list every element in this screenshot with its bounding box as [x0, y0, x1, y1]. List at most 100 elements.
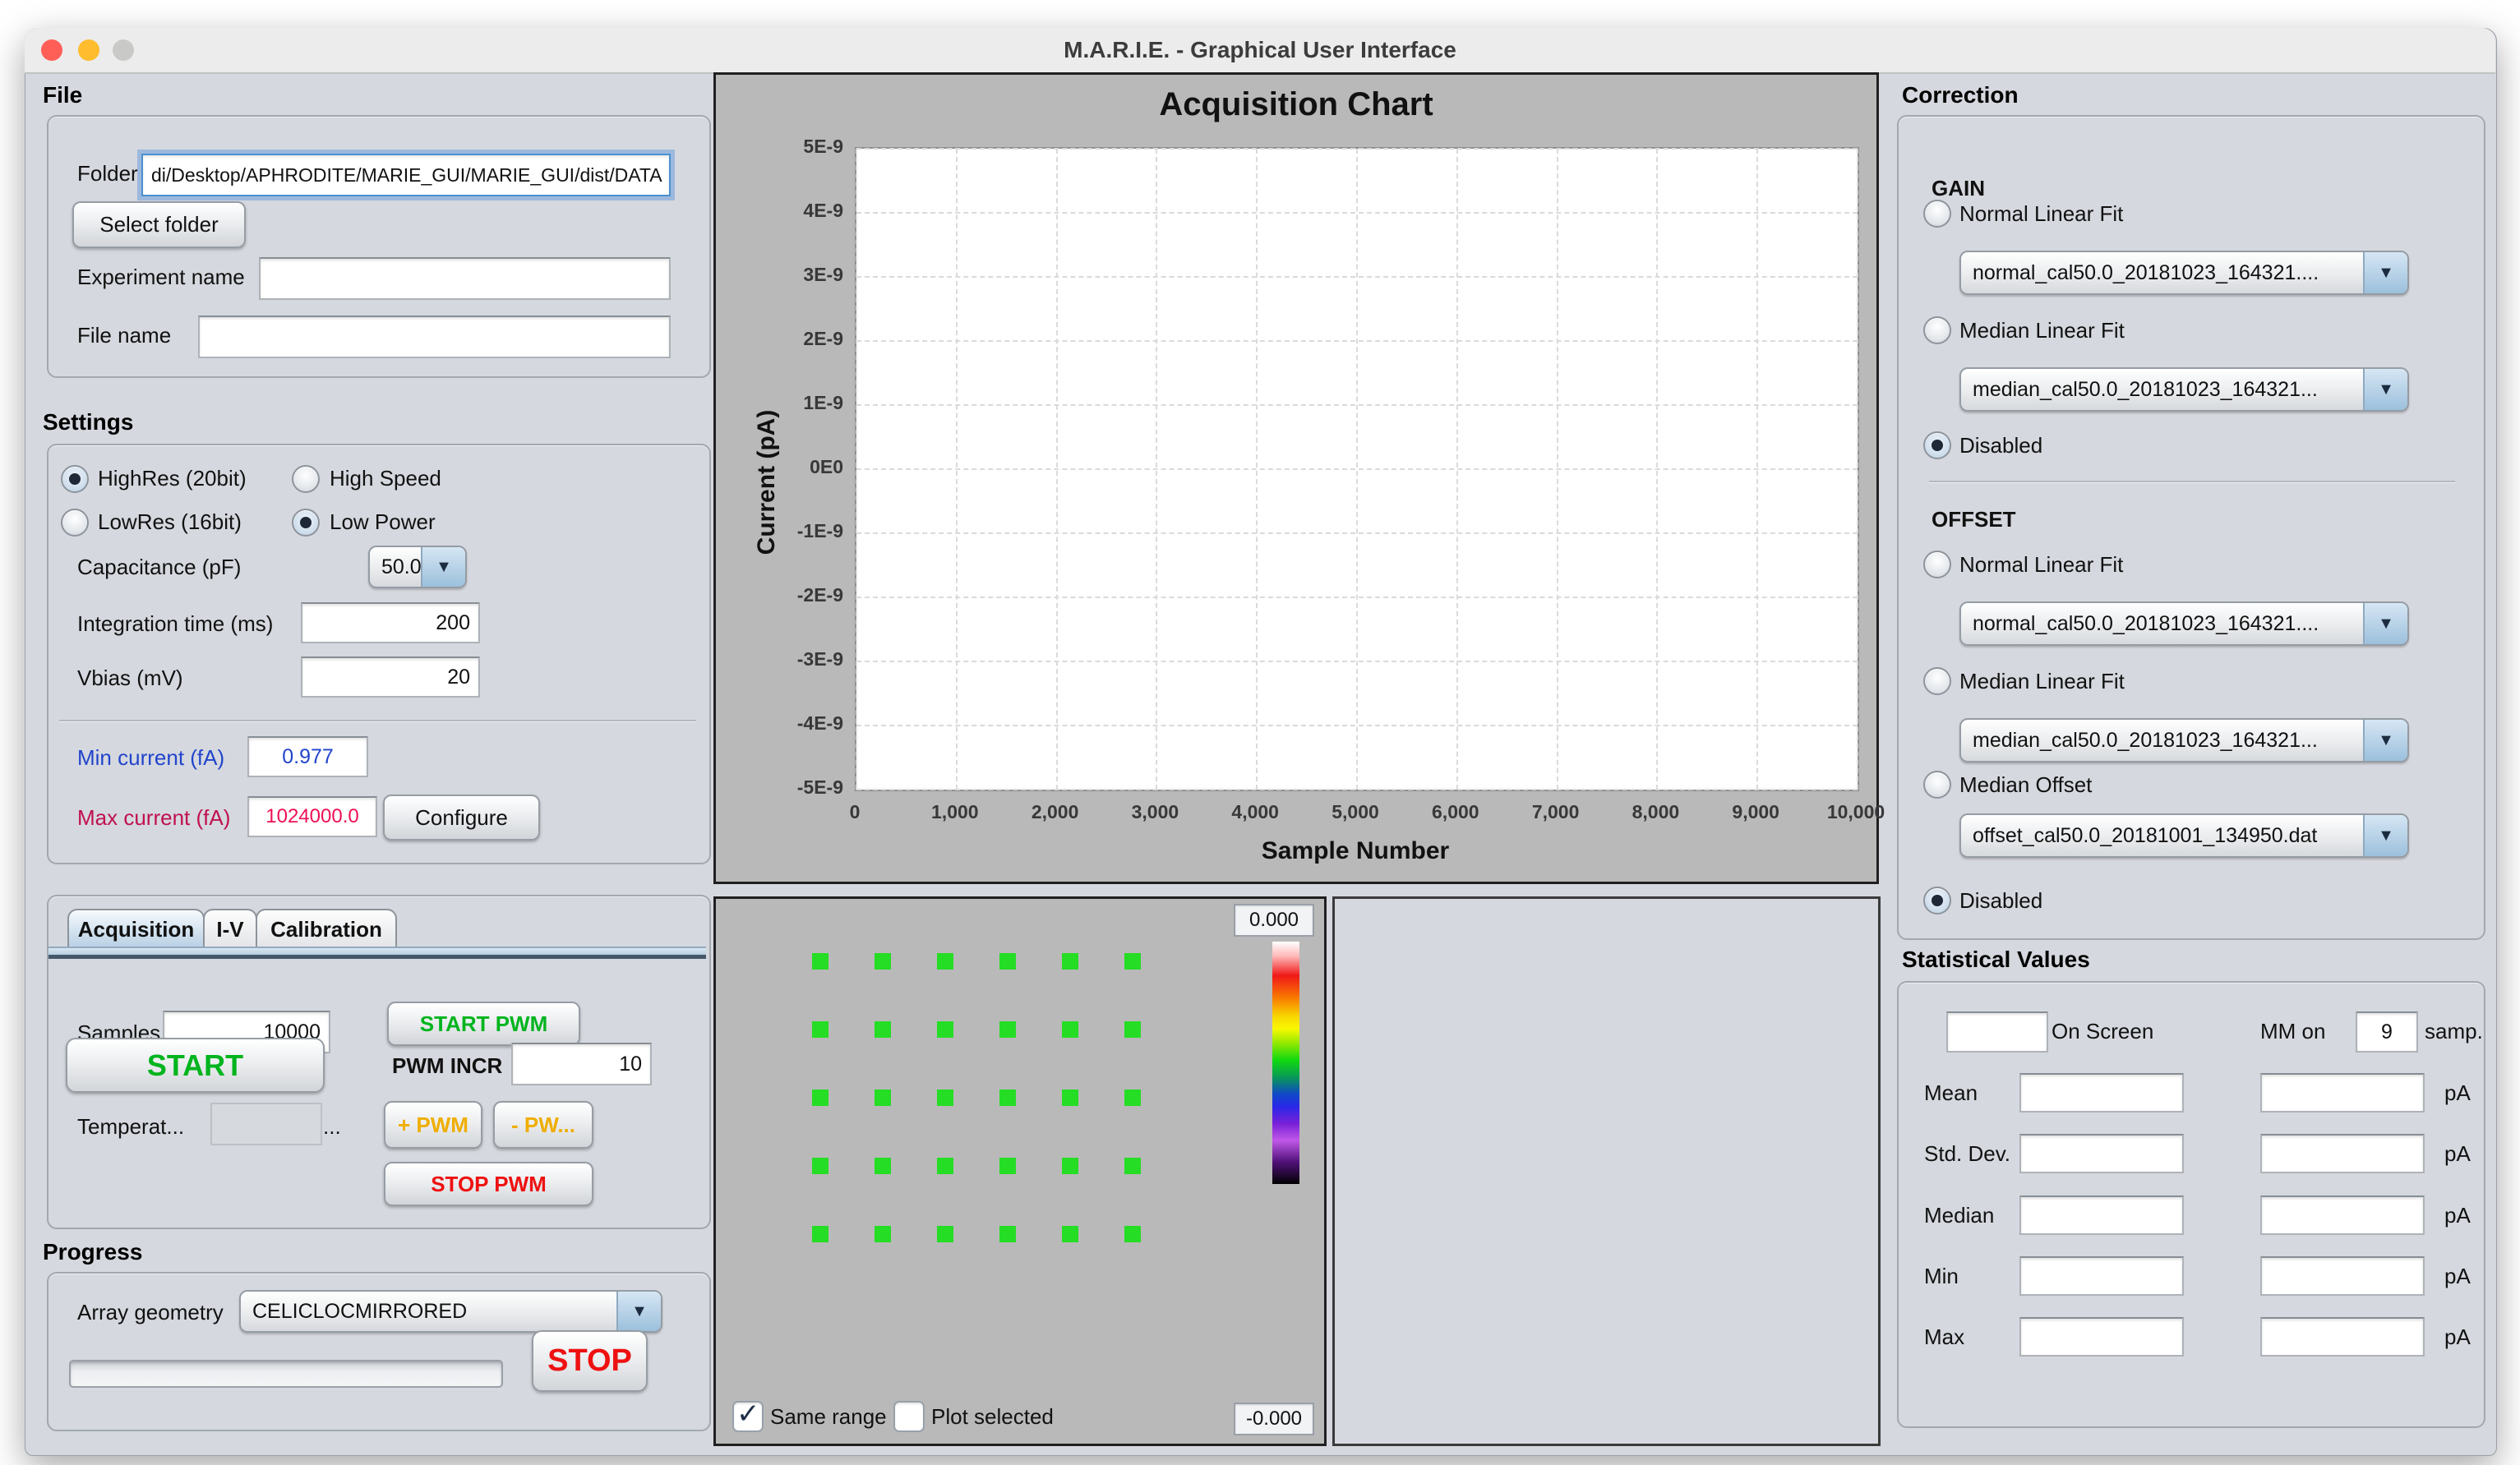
heatmap-cell[interactable]: [812, 953, 828, 970]
start-pwm-button[interactable]: START PWM: [387, 1002, 580, 1046]
offset-median-file-dropdown[interactable]: median_cal50.0_20181023_164321... ▼: [1959, 718, 2409, 762]
heatmap-cell[interactable]: [812, 1021, 828, 1038]
offset-median-fit-radio[interactable]: [1923, 667, 1951, 695]
heatmap-cell[interactable]: [937, 1226, 953, 1242]
stat-onscreen-field[interactable]: [2019, 1256, 2184, 1296]
offset-normal-file-dropdown[interactable]: normal_cal50.0_20181023_164321.... ▼: [1959, 601, 2409, 646]
stat-onscreen-field[interactable]: [2019, 1195, 2184, 1235]
stat-mm-field[interactable]: [2260, 1256, 2425, 1296]
heatmap-cell[interactable]: [812, 1158, 828, 1174]
stop-pwm-button[interactable]: STOP PWM: [384, 1162, 593, 1206]
experiment-name-input[interactable]: [259, 257, 671, 300]
min-current-label: Min current (fA): [77, 745, 224, 771]
samp-label: samp.: [2425, 1019, 2483, 1044]
stat-onscreen-field[interactable]: [2019, 1073, 2184, 1113]
on-screen-input[interactable]: [1946, 1011, 2048, 1053]
highres-radio[interactable]: [61, 465, 89, 493]
lowres-radio[interactable]: [61, 509, 89, 537]
lowpower-label: Low Power: [330, 509, 436, 535]
tab-strip: [48, 947, 706, 959]
offset-disabled-radio[interactable]: [1923, 887, 1951, 914]
heatmap-cell[interactable]: [1124, 1226, 1141, 1242]
tab-acquisition[interactable]: Acquisition: [67, 909, 205, 948]
heatmap-cell[interactable]: [1062, 953, 1078, 970]
folder-label: Folder: [77, 161, 138, 187]
stat-mm-field[interactable]: [2260, 1073, 2425, 1113]
gain-median-file-dropdown[interactable]: median_cal50.0_20181023_164321... ▼: [1959, 367, 2409, 412]
heatmap-cell[interactable]: [937, 1021, 953, 1038]
heatmap-cell[interactable]: [1062, 1021, 1078, 1038]
heatmap-cell[interactable]: [1124, 953, 1141, 970]
folder-input[interactable]: di/Desktop/APHRODITE/MARIE_GUI/MARIE_GUI…: [141, 154, 671, 196]
integration-input[interactable]: 200: [301, 602, 480, 643]
acquisition-chart-panel: Acquisition Chart Current (pA) Sample Nu…: [713, 72, 1879, 884]
configure-button[interactable]: Configure: [383, 795, 540, 841]
start-button[interactable]: START: [66, 1038, 325, 1093]
gain-normal-fit-radio[interactable]: [1923, 200, 1951, 228]
tab-iv[interactable]: I-V: [203, 909, 257, 948]
heatmap-cell[interactable]: [1124, 1158, 1141, 1174]
correction-panel-title: Correction: [1902, 82, 2019, 108]
pwm-incr-input[interactable]: 10: [511, 1043, 652, 1085]
heatmap-cell[interactable]: [875, 953, 891, 970]
capacitance-dropdown[interactable]: 50.0 ▼: [368, 546, 467, 588]
stat-onscreen-field[interactable]: [2019, 1317, 2184, 1357]
heatmap-cell[interactable]: [999, 1021, 1016, 1038]
median-offset-radio[interactable]: [1923, 771, 1951, 799]
heatmap-cell[interactable]: [875, 1158, 891, 1174]
gain-median-fit-radio[interactable]: [1923, 316, 1951, 344]
gridline: [1356, 149, 1358, 790]
median-offset-file-dropdown[interactable]: offset_cal50.0_20181001_134950.dat ▼: [1959, 813, 2409, 858]
max-current-input[interactable]: 1024000.0: [247, 796, 377, 837]
y-tick-label: -3E-9: [741, 648, 843, 670]
y-tick-label: -5E-9: [741, 776, 843, 799]
select-folder-button[interactable]: Select folder: [72, 201, 246, 248]
y-tick-label: -4E-9: [741, 712, 843, 735]
heatmap-cell[interactable]: [937, 1158, 953, 1174]
heatmap-cell[interactable]: [1062, 1090, 1078, 1106]
stat-mm-field[interactable]: [2260, 1317, 2425, 1357]
heatmap-cell[interactable]: [937, 1090, 953, 1106]
heatmap-cell[interactable]: [875, 1090, 891, 1106]
heatmap-cell[interactable]: [1062, 1226, 1078, 1242]
file-panel: Folder di/Desktop/APHRODITE/MARIE_GUI/MA…: [47, 115, 711, 378]
heatmap-cell[interactable]: [999, 953, 1016, 970]
detail-plot-panel: [1332, 896, 1881, 1446]
unit-label: pA: [2444, 1264, 2471, 1289]
file-name-input[interactable]: [198, 316, 671, 358]
tab-calibration[interactable]: Calibration: [256, 909, 397, 948]
heatmap-cell[interactable]: [875, 1021, 891, 1038]
tab-calibration-label: Calibration: [270, 917, 382, 942]
heatmap-cell[interactable]: [999, 1090, 1016, 1106]
heatmap-cell[interactable]: [1124, 1021, 1141, 1038]
stat-mm-field[interactable]: [2260, 1134, 2425, 1173]
highspeed-radio[interactable]: [292, 465, 320, 493]
mm-samples-input[interactable]: 9: [2356, 1011, 2418, 1053]
heatmap-cell[interactable]: [999, 1158, 1016, 1174]
temperature-field: [210, 1103, 322, 1145]
lowpower-radio[interactable]: [292, 509, 320, 537]
heatmap-cell[interactable]: [812, 1090, 828, 1106]
x-tick-label: 6,000: [1406, 801, 1505, 823]
min-current-input[interactable]: 0.977: [247, 736, 368, 777]
stat-onscreen-field[interactable]: [2019, 1134, 2184, 1173]
plot-selected-checkbox[interactable]: [893, 1401, 925, 1432]
scale-max-field: 0.000: [1234, 904, 1314, 937]
stat-mm-field[interactable]: [2260, 1195, 2425, 1235]
gain-disabled-radio[interactable]: [1923, 431, 1951, 459]
heatmap-cell[interactable]: [812, 1226, 828, 1242]
heatmap-cell[interactable]: [875, 1226, 891, 1242]
heatmap-cell[interactable]: [1062, 1158, 1078, 1174]
vbias-input[interactable]: 20: [301, 656, 480, 698]
heatmap-cell[interactable]: [999, 1226, 1016, 1242]
gain-normal-file-dropdown[interactable]: normal_cal50.0_20181023_164321.... ▼: [1959, 251, 2409, 295]
heatmap-cell[interactable]: [937, 953, 953, 970]
stop-button[interactable]: STOP: [532, 1330, 648, 1392]
same-range-checkbox[interactable]: [732, 1401, 764, 1432]
heatmap-cell[interactable]: [1124, 1090, 1141, 1106]
offset-normal-fit-radio[interactable]: [1923, 551, 1951, 578]
tab-acquisition-label: Acquisition: [78, 917, 195, 942]
array-geometry-dropdown[interactable]: CELICLOCMIRRORED ▼: [239, 1290, 662, 1333]
plus-pwm-button[interactable]: + PWM: [384, 1101, 482, 1149]
minus-pwm-button[interactable]: - PW...: [493, 1101, 593, 1149]
